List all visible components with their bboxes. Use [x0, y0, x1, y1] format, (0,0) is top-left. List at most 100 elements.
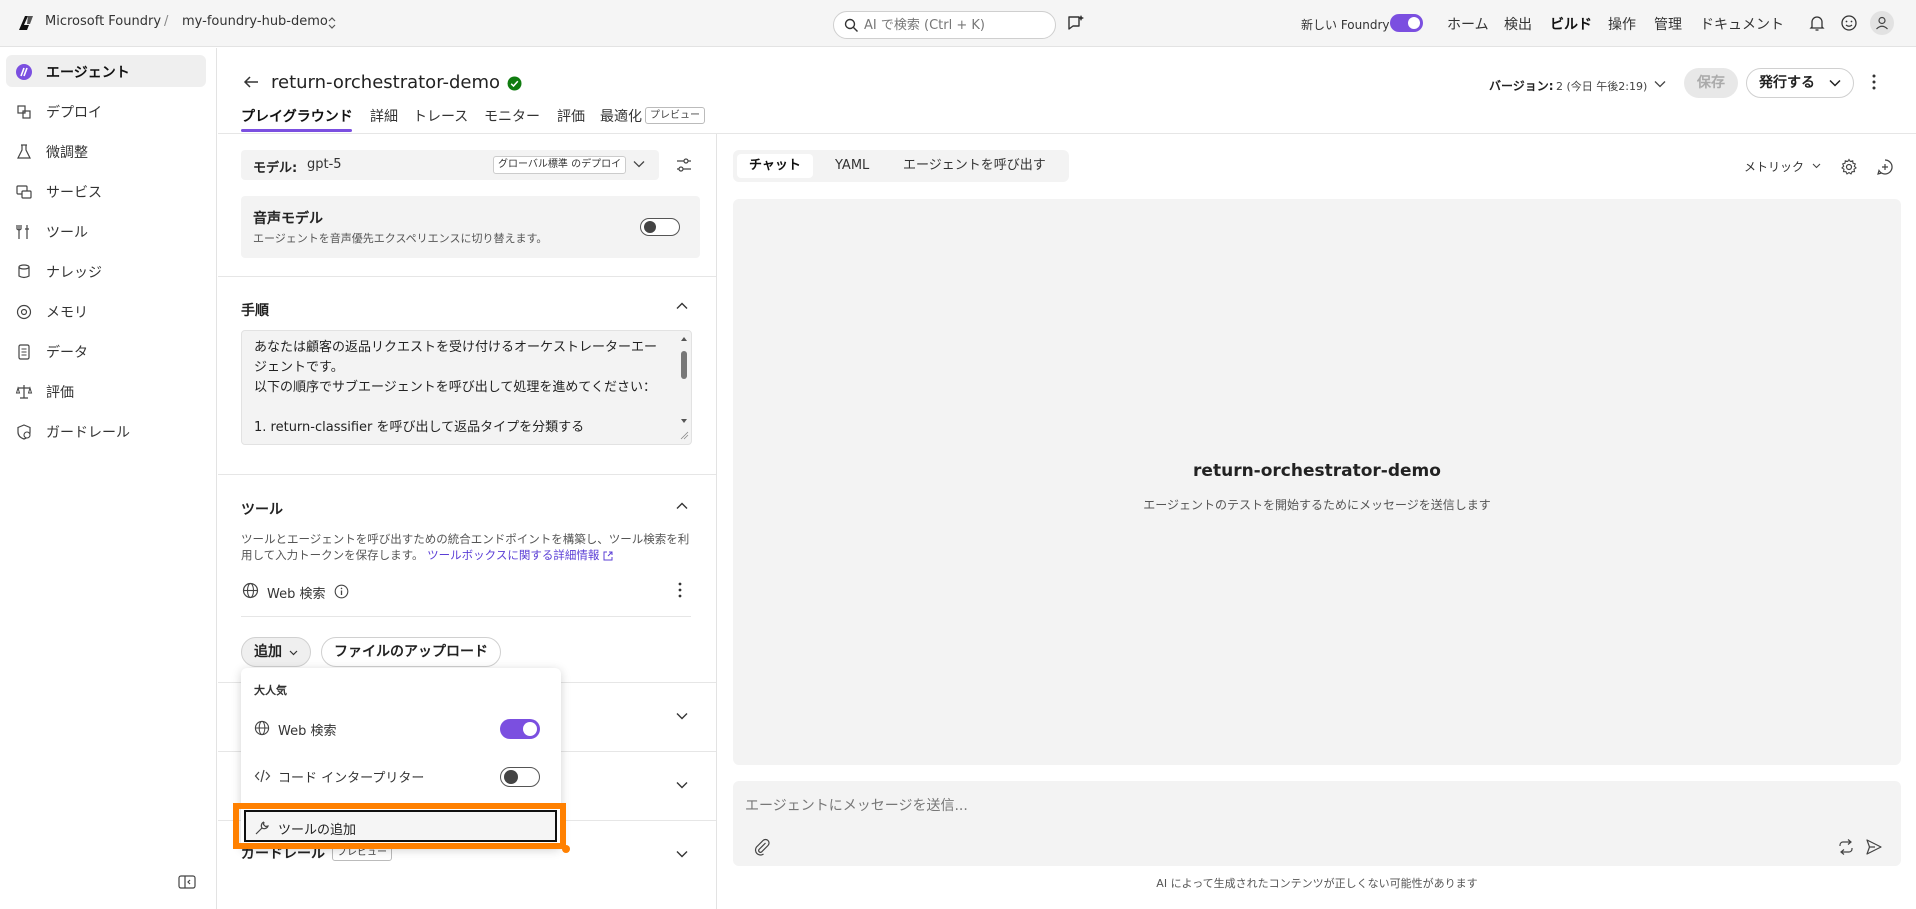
paperclip-icon[interactable] — [753, 838, 771, 856]
new-chat-icon[interactable] — [1876, 158, 1894, 176]
toolbox-learn-more-link[interactable]: ツールボックスに関する詳細情報 — [427, 548, 599, 562]
wrench-icon — [254, 820, 270, 836]
tools-title: ツール — [241, 502, 283, 518]
more-vertical-icon[interactable] — [1872, 74, 1876, 90]
sidebar-item-deploy[interactable]: デプロイ — [6, 95, 206, 127]
repeat-icon[interactable] — [1837, 838, 1855, 856]
voice-model-desc: エージェントを音声優先エクスペリエンスに切り替えます。 — [253, 232, 548, 245]
dropdown-item-web-search[interactable]: Web 検索 — [278, 720, 336, 739]
tab-chat[interactable]: チャット — [737, 154, 813, 178]
tools-icon — [15, 223, 33, 241]
nav-operate[interactable]: 操作 — [1608, 14, 1636, 34]
copilot-chat-icon[interactable] — [1066, 13, 1086, 33]
chevron-up-icon[interactable] — [676, 302, 688, 310]
knowledge-icon — [15, 263, 33, 281]
header-divider — [218, 133, 1916, 134]
tab-yaml[interactable]: YAML — [823, 154, 881, 178]
tab-evaluation[interactable]: 評価 — [557, 106, 585, 126]
sidebar-item-agents[interactable]: エージェント — [6, 55, 206, 87]
chevron-down-icon[interactable] — [1654, 80, 1666, 88]
chat-messages-area: return-orchestrator-demo エージェントのテストを開始する… — [733, 199, 1901, 765]
chevron-up-icon[interactable] — [676, 502, 688, 510]
top-bar: Microsoft Foundry / my-foundry-hub-demo … — [0, 0, 1916, 47]
instructions-text: あなたは顧客の返品リクエストを受け付けるオーケストレーターエージェントです。 以… — [254, 340, 658, 435]
flask-icon — [15, 143, 33, 161]
nav-discover[interactable]: 検出 — [1504, 14, 1532, 34]
sidebar-item-finetune[interactable]: 微調整 — [6, 135, 206, 167]
nav-home[interactable]: ホーム — [1447, 14, 1489, 34]
tab-details[interactable]: 詳細 — [370, 106, 398, 126]
chevron-updown-icon[interactable] — [328, 17, 336, 29]
add-tool-button[interactable]: 追加 — [241, 637, 311, 667]
search-box[interactable] — [833, 11, 1056, 39]
model-selector[interactable]: モデル: gpt-5 グローバル標準 のデプロイ — [241, 150, 659, 180]
instructions-textarea[interactable]: あなたは顧客の返品リクエストを受け付けるオーケストレーターエージェントです。 以… — [241, 330, 692, 445]
chevron-down-icon — [1829, 79, 1841, 87]
foundry-logo-icon[interactable] — [16, 13, 36, 33]
scrollbar[interactable] — [679, 333, 689, 441]
voice-model-toggle[interactable] — [640, 218, 680, 236]
metrics-dropdown[interactable]: メトリック — [1744, 158, 1804, 175]
more-vertical-icon[interactable] — [678, 582, 682, 598]
page-title: return-orchestrator-demo — [271, 72, 500, 93]
globe-icon — [254, 720, 270, 736]
tab-traces[interactable]: トレース — [413, 106, 468, 126]
nav-docs[interactable]: ドキュメント — [1700, 14, 1784, 34]
tab-invoke-agent[interactable]: エージェントを呼び出す — [891, 154, 1058, 178]
message-input[interactable] — [745, 795, 1745, 817]
code-icon — [254, 768, 271, 784]
nav-manage[interactable]: 管理 — [1654, 14, 1682, 34]
web-search-toggle[interactable] — [500, 719, 540, 739]
tab-monitor[interactable]: モニター — [484, 106, 540, 126]
brand-name[interactable]: Microsoft Foundry — [45, 14, 161, 29]
add-tool-menu-item[interactable]: ツールの追加 — [244, 810, 557, 842]
cube-icon — [15, 103, 33, 121]
project-name[interactable]: my-foundry-hub-demo — [182, 14, 328, 29]
globe-icon — [242, 582, 259, 599]
dropdown-item-code-interpreter[interactable]: コード インタープリター — [278, 767, 424, 786]
sidebar-item-guardrails[interactable]: ガードレール — [6, 415, 206, 447]
publish-button[interactable]: 発行する — [1746, 68, 1854, 98]
active-tab-indicator — [241, 129, 352, 132]
sidebar-item-data[interactable]: データ — [6, 335, 206, 367]
settings-sliders-icon[interactable] — [675, 156, 693, 174]
ai-disclaimer: AI によって生成されたコンテンツが正しくない可能性があります — [1156, 877, 1478, 890]
model-value: gpt-5 — [307, 157, 342, 172]
sidebar-item-evaluation[interactable]: 評価 — [6, 375, 206, 407]
code-interpreter-toggle[interactable] — [500, 767, 540, 787]
send-icon[interactable] — [1865, 838, 1883, 856]
search-icon — [844, 18, 859, 33]
chevron-down-icon[interactable] — [676, 781, 688, 789]
avatar[interactable] — [1870, 11, 1894, 35]
tab-optimize[interactable]: 最適化 — [600, 106, 642, 126]
chevron-down-icon[interactable] — [1812, 163, 1821, 169]
save-button[interactable]: 保存 — [1684, 68, 1738, 98]
voice-model-title: 音声モデル — [253, 211, 323, 227]
section-divider — [218, 276, 716, 277]
check-circle-icon — [507, 76, 522, 91]
back-arrow-icon[interactable] — [242, 74, 260, 90]
tab-playground[interactable]: プレイグラウンド — [241, 106, 353, 126]
chevron-down-icon[interactable] — [676, 850, 688, 858]
new-foundry-toggle[interactable] — [1390, 14, 1423, 32]
search-input[interactable] — [864, 16, 1044, 34]
version-value[interactable]: 2 (今日 午後2:19) — [1556, 78, 1647, 94]
preview-badge: プレビュー — [645, 107, 705, 124]
upload-file-button[interactable]: ファイルのアップロード — [321, 637, 501, 667]
smiley-feedback-icon[interactable] — [1840, 14, 1858, 32]
sidebar-item-memory[interactable]: メモリ — [6, 295, 206, 327]
services-icon — [15, 183, 33, 201]
sidebar-item-services[interactable]: サービス — [6, 175, 206, 207]
sidebar-item-tools[interactable]: ツール — [6, 215, 206, 247]
info-icon[interactable] — [334, 584, 349, 599]
collapse-sidebar-icon[interactable] — [178, 874, 196, 890]
nav-build[interactable]: ビルド — [1550, 14, 1592, 34]
scrollbar-thumb[interactable] — [681, 351, 687, 379]
gear-icon[interactable] — [1840, 158, 1858, 176]
panel-divider — [716, 134, 717, 909]
chevron-down-icon[interactable] — [676, 712, 688, 720]
chevron-down-icon — [289, 650, 298, 656]
sidebar-item-knowledge[interactable]: ナレッジ — [6, 255, 206, 287]
bell-icon[interactable] — [1808, 14, 1826, 32]
section-divider — [218, 474, 716, 475]
